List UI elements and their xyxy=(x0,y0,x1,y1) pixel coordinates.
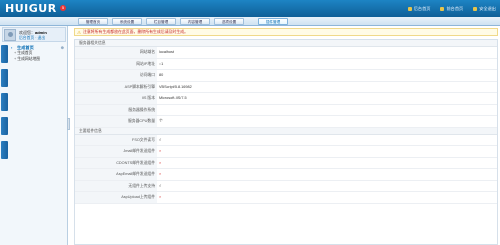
side-tab-2[interactable] xyxy=(1,69,8,87)
table-row: ASP脚本解析引擎 VBScript/5.8.16982 xyxy=(75,81,497,93)
side-tab-4[interactable] xyxy=(1,117,8,135)
logo-badge: 5 xyxy=(60,5,66,11)
side-tab-5[interactable] xyxy=(1,141,8,159)
side-tab-3[interactable] xyxy=(1,93,8,111)
row-label: IIS 版本 xyxy=(75,93,157,104)
row-label: 网站IP地址 xyxy=(75,58,157,69)
side-tab-1[interactable] xyxy=(1,45,8,63)
user-links[interactable]: 后台首页 · 退出 xyxy=(19,36,45,41)
globe-icon xyxy=(440,7,445,11)
row-status-value: × xyxy=(159,160,162,165)
row-label: 访问端口 xyxy=(75,70,157,81)
info-panel: 服务器相关信息 网站域名 localhost 网站IP地址 ::1 访问端口 8… xyxy=(74,39,498,245)
row-value: 80 xyxy=(159,73,164,77)
admin-home-link[interactable]: 后台首页 xyxy=(407,6,431,12)
row-label: Jmail邮件发送组件 xyxy=(75,146,157,157)
tab-column-management[interactable]: 栏目管理 xyxy=(146,18,176,25)
row-status-value: √ xyxy=(159,183,162,188)
table-row: 网站域名 localhost xyxy=(75,47,497,59)
row-value: Microsoft-IIS/7.5 xyxy=(159,96,187,100)
table-row: AspEmail邮件发送组件 × xyxy=(75,169,497,181)
front-home-link[interactable]: 前台首页 xyxy=(440,6,463,12)
menu-item-generate-sitemap[interactable]: 生成网站地图 xyxy=(11,57,66,63)
row-value: localhost xyxy=(159,50,174,54)
table-row: CDONTS邮件发送组件 × xyxy=(75,157,497,169)
row-label: 服务器CPU数量 xyxy=(75,116,157,127)
username: admin xyxy=(35,30,47,35)
row-label: AspEmail邮件发送组件 xyxy=(75,169,157,180)
top-header: HUIGUR 5 后台首页 前台首页 安全退出 xyxy=(0,0,500,17)
avatar xyxy=(4,29,16,41)
logo: HUIGUR xyxy=(5,2,57,15)
tab-plugin-management[interactable]: 插件管理 xyxy=(258,18,288,25)
row-status-value: √ xyxy=(159,137,162,142)
row-label: 无组件上传支持 xyxy=(75,180,157,191)
tab-option-settings[interactable]: 选项设置 xyxy=(214,18,244,25)
welcome-prefix: 欢迎您： xyxy=(19,30,35,35)
home-icon xyxy=(407,7,412,11)
notice-bar: ⚠ 注意将所有生成都放在此页面，删除所有生成后请及时生成。 xyxy=(74,28,498,36)
logout-label: 安全退出 xyxy=(479,6,496,11)
table-row: FSO文件读写 √ xyxy=(75,134,497,146)
tab-content-management[interactable]: 内容管理 xyxy=(180,18,210,25)
tab-system-settings[interactable]: 系统设置 xyxy=(112,18,142,25)
row-label: 服务器操作系统 xyxy=(75,104,157,115)
table-row: Jmail邮件发送组件 × xyxy=(75,146,497,158)
server-info-heading: 服务器相关信息 xyxy=(75,40,497,47)
row-value: VBScript/5.8.16982 xyxy=(159,84,192,89)
warning-icon: ⚠ xyxy=(77,29,82,35)
row-label: AspUpload上传组件 xyxy=(75,192,157,203)
row-label: FSO文件读写 xyxy=(75,134,157,145)
user-box: 欢迎您：admin 后台首页 · 退出 xyxy=(2,27,66,42)
sidebar: 欢迎您：admin 后台首页 · 退出 生成首页 ⊕ 生成首页 生成网站地图 xyxy=(0,26,70,245)
table-row: 服务器操作系统 xyxy=(75,104,497,116)
table-row: IIS 版本 Microsoft-IIS/7.5 xyxy=(75,93,497,105)
sidebar-collapse-handle[interactable] xyxy=(67,118,70,130)
front-home-label: 前台首页 xyxy=(446,6,464,11)
component-info-heading: 主要组件信息 xyxy=(75,127,497,135)
row-status-value: × xyxy=(159,195,162,199)
row-value: 个 xyxy=(159,119,163,123)
row-label: ASP脚本解析引擎 xyxy=(75,81,157,92)
main-content: ⚠ 注意将所有生成都放在此页面，删除所有生成后请及时生成。 服务器相关信息 网站… xyxy=(72,26,498,245)
tab-admin-home[interactable]: 管理首页 xyxy=(78,18,108,25)
row-label: CDONTS邮件发送组件 xyxy=(75,157,157,168)
table-row: AspUpload上传组件 × xyxy=(75,192,497,204)
menu-title-label: 生成首页 xyxy=(17,45,34,50)
row-value: ::1 xyxy=(159,61,164,66)
logout-icon xyxy=(473,7,478,11)
table-row: 服务器CPU数量 个 xyxy=(75,116,497,128)
row-label: 网站域名 xyxy=(75,47,157,58)
menu-title[interactable]: 生成首页 ⊕ xyxy=(11,45,66,51)
row-status-value: × xyxy=(159,149,162,153)
main-nav: 管理首页 系统设置 栏目管理 内容管理 选项设置 插件管理 xyxy=(0,17,500,26)
top-links: 后台首页 前台首页 安全退出 xyxy=(407,6,496,12)
admin-home-label: 后台首页 xyxy=(413,6,431,11)
notice-text: 注意将所有生成都放在此页面，删除所有生成后请及时生成。 xyxy=(83,29,189,34)
side-menu: 生成首页 ⊕ 生成首页 生成网站地图 xyxy=(11,45,66,62)
table-row: 访问端口 80 xyxy=(75,70,497,82)
logout-link[interactable]: 安全退出 xyxy=(473,6,496,12)
side-tab-strip xyxy=(1,45,8,165)
table-row: 网站IP地址 ::1 xyxy=(75,58,497,70)
row-status-value: × xyxy=(159,172,162,176)
pin-icon[interactable]: ⊕ xyxy=(61,45,64,51)
table-row: 无组件上传支持 √ xyxy=(75,180,497,192)
